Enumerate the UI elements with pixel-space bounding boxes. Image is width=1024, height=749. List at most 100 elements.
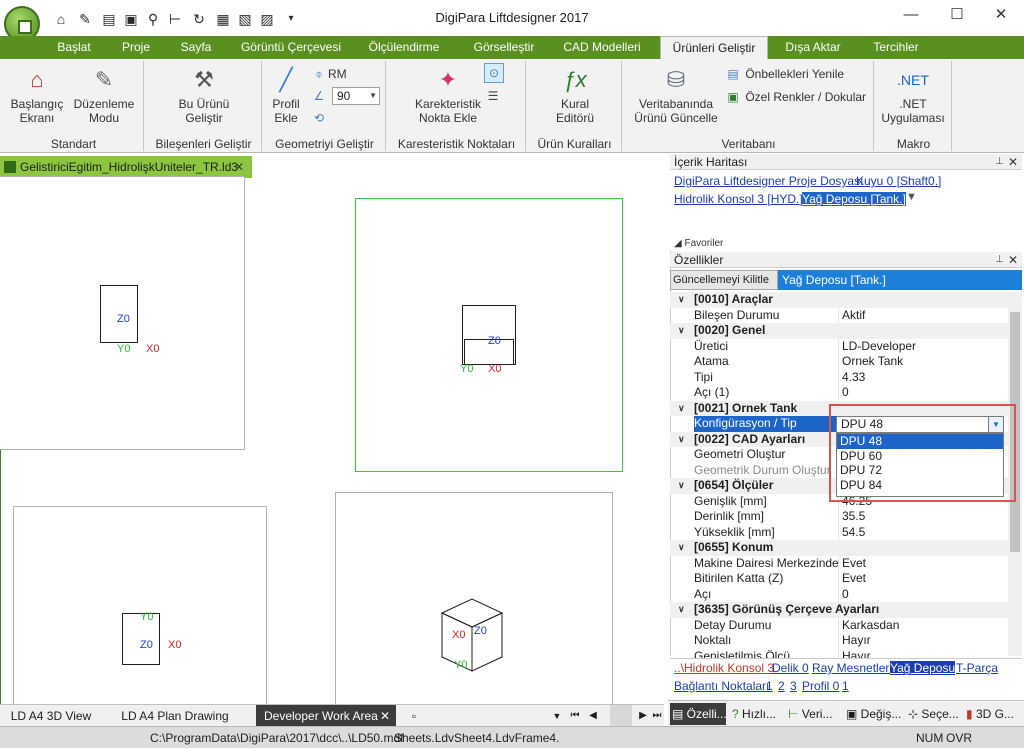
property-row[interactable]: Açı 0 <box>670 586 1008 603</box>
close-button[interactable]: ✕ <box>978 4 1024 28</box>
rotate-geometry-button[interactable]: ⟲ <box>310 109 328 127</box>
property-category[interactable]: ∨ [0655] Konum <box>670 540 1008 556</box>
property-row[interactable]: Atama Ornek Tank <box>670 354 1008 370</box>
map-expand-icon[interactable]: ▼ <box>906 191 917 203</box>
crumb-baglanti-noktalari[interactable]: Bağlantı Noktaları <box>674 679 769 693</box>
map-link-tank[interactable]: Yağ Deposu [Tank.] <box>802 192 906 206</box>
last-tab-icon[interactable]: ⏭ <box>650 705 664 727</box>
content-map-close-icon[interactable]: ✕ <box>1008 154 1018 170</box>
new-sheet-icon[interactable]: ▫ <box>404 705 424 727</box>
point-list-button[interactable]: ☰ <box>484 87 502 105</box>
property-value[interactable]: Evet <box>842 571 866 587</box>
minimize-button[interactable]: — <box>888 4 934 28</box>
collapse-chevron-icon[interactable]: ∨ <box>678 432 685 448</box>
property-value[interactable]: 0 <box>842 385 849 401</box>
collapse-chevron-icon[interactable]: ∨ <box>678 401 685 417</box>
property-category[interactable]: ∨ [0020] Genel <box>670 323 1008 339</box>
baslangic-ekrani-button[interactable]: ⌂ Başlangıç Ekranı <box>8 65 66 125</box>
crumb-3[interactable]: 3 <box>790 679 797 693</box>
collapse-chevron-icon[interactable]: ∨ <box>678 540 685 556</box>
tab-baslat[interactable]: Başlat <box>52 36 96 59</box>
property-row[interactable]: Makine Dairesi Merkezinde (X Evet <box>670 555 1008 572</box>
karakteristik-nokta-ekle-button[interactable]: ✦ Karekteristik Nokta Ekle <box>408 65 488 125</box>
tab-ozellikler[interactable]: ▤ Özelli... <box>670 703 727 725</box>
profil-ekle-button[interactable]: ╱ Profil Ekle <box>266 65 306 125</box>
crumb-1[interactable]: 1 <box>766 679 773 693</box>
tab-developer-work-area[interactable]: Developer Work Area ✕ <box>256 705 396 727</box>
property-row[interactable]: Üretici LD-Developer <box>670 338 1008 355</box>
property-row[interactable]: Açı (1) 0 <box>670 385 1008 401</box>
collapse-chevron-icon[interactable]: ∨ <box>678 602 685 618</box>
crumb-profil-1[interactable]: 1 <box>842 679 849 693</box>
tab-sayfa[interactable]: Sayfa <box>176 36 216 59</box>
tab-urunleri-gelistir[interactable]: Ürünleri Geliştir <box>660 36 768 59</box>
tab-ld-a4-3d-view[interactable]: LD A4 3D View <box>6 705 96 727</box>
property-value[interactable]: Ornek Tank <box>842 354 903 370</box>
onbellekleri-yenile-button[interactable]: ▤ Önbellekleri Yenile <box>724 65 844 83</box>
map-link-hydraulic[interactable]: Hidrolik Konsol 3 [HYD.] <box>674 192 803 206</box>
property-value[interactable]: LD-Developer <box>842 339 916 355</box>
first-tab-icon[interactable]: ⏮ <box>568 705 582 727</box>
property-value[interactable]: Evet <box>842 556 866 572</box>
tab-disa-aktar[interactable]: Dışa Aktar <box>780 36 846 59</box>
property-value[interactable]: Hayır <box>842 633 871 649</box>
tab-sece[interactable]: ⊹ Seçe... <box>908 703 962 725</box>
crumb-yag-deposu[interactable]: Yağ Deposu <box>890 661 956 675</box>
property-row[interactable]: Yükseklik [mm] 54.5 <box>670 524 1008 540</box>
document-tab[interactable]: GelistiriciEgitim_HidrolişkUniteler_TR.l… <box>0 156 252 178</box>
tab-degis[interactable]: ▣ Değiş... <box>846 703 904 725</box>
ozel-renkler-button[interactable]: ▣ Özel Renkler / Dokular <box>724 88 866 106</box>
tab-3d-g[interactable]: ▮ 3D G... <box>966 703 1022 725</box>
view-frame-3[interactable]: Y0 Z0 X0 <box>13 506 267 716</box>
tab-veri[interactable]: ⊢ Veri... <box>788 703 840 725</box>
property-value[interactable]: 4.33 <box>842 370 865 386</box>
pin-icon[interactable]: ⊥ <box>995 154 1004 170</box>
bu-urunu-gelistir-button[interactable]: ⚒ Bu Ürünü Geliştir <box>170 65 238 125</box>
crumb-delik[interactable]: Delik 0 <box>772 661 809 675</box>
rm-button[interactable]: ⌽ RM <box>310 65 346 83</box>
property-category[interactable]: ∨ [3635] Görünüş Çerçeve Ayarları <box>670 602 1008 618</box>
kural-editoru-button[interactable]: ƒx Kural Editörü <box>542 65 608 125</box>
collapse-chevron-icon[interactable]: ∨ <box>678 323 685 339</box>
tab-proje[interactable]: Proje <box>116 36 156 59</box>
property-row[interactable]: Noktalı Hayır <box>670 633 1008 649</box>
map-favorites[interactable]: ◢ Favoriler <box>674 238 723 249</box>
property-value[interactable]: Aktif <box>842 308 865 324</box>
pin-icon[interactable]: ⊥ <box>995 252 1004 268</box>
lock-updates-button[interactable]: Güncellemeyi Kilitle <box>670 270 778 290</box>
property-category[interactable]: ∨ [0010] Araçlar <box>670 292 1008 308</box>
view-frame-1[interactable]: Z0 Y0 X0 <box>0 176 245 450</box>
view-frame-4[interactable]: X0 Z0 Y0 <box>335 492 613 716</box>
net-uygulamasi-button[interactable]: .NET .NET Uygulaması <box>880 65 946 125</box>
property-row[interactable]: Tipi 4.33 <box>670 369 1008 386</box>
crumb-hidrolik[interactable]: ..\Hidrolik Konsol 3 <box>674 661 774 675</box>
tab-ld-a4-plan-drawing[interactable]: LD A4 Plan Drawing <box>116 705 234 727</box>
property-row[interactable]: Derinlik [mm] 35.5 <box>670 509 1008 525</box>
tab-scroll-thumb[interactable] <box>610 705 632 727</box>
tab-cad-modelleri[interactable]: CAD Modelleri <box>560 36 644 59</box>
tab-list-icon[interactable]: ▼ <box>550 705 564 727</box>
crumb-ray-mesnetleri[interactable]: Ray Mesnetleri <box>812 661 892 675</box>
property-row[interactable]: Detay Durumu Karkasdan <box>670 617 1008 634</box>
collapse-chevron-icon[interactable]: ∨ <box>678 292 685 308</box>
tab-goruntu-cercevesi[interactable]: Görüntü Çerçevesi <box>238 36 344 59</box>
maximize-button[interactable]: ☐ <box>934 4 980 28</box>
property-row[interactable]: Bitirilen Katta (Z) Evet <box>670 571 1008 587</box>
veritabaninda-urunu-guncelle-button[interactable]: ⛁ Veritabanında Ürünü Güncelle <box>628 65 724 125</box>
document-close-icon[interactable]: ✕ <box>234 156 244 178</box>
map-link-shaft[interactable]: Kuyu 0 [Shaft0.] <box>856 174 941 188</box>
close-tab-icon[interactable]: ✕ <box>380 705 390 727</box>
crumb-t-parca[interactable]: T-Parça <box>956 661 998 675</box>
tab-olculendirme[interactable]: Ölçülendirme <box>362 36 446 59</box>
point-config-button[interactable]: ⊙ <box>484 63 504 83</box>
drawing-canvas[interactable]: Z0 Y0 X0 Z0 Y0 X0 Y0 Z0 X0 X0 Z0 Y0 <box>0 176 664 716</box>
tab-gorsellestir[interactable]: Görselleştir <box>470 36 538 59</box>
next-tab-icon[interactable]: ▶ <box>636 705 650 727</box>
duzenleme-modu-button[interactable]: ✎ Düzenleme Modu <box>72 65 136 125</box>
tab-hizli[interactable]: ? Hızlı... <box>732 703 782 725</box>
tab-tercihler[interactable]: Tercihler <box>866 36 926 59</box>
property-value[interactable]: Karkasdan <box>842 618 899 634</box>
collapse-chevron-icon[interactable]: ∨ <box>678 478 685 494</box>
property-value[interactable]: 35.5 <box>842 509 865 525</box>
property-value[interactable]: 0 <box>842 587 849 603</box>
